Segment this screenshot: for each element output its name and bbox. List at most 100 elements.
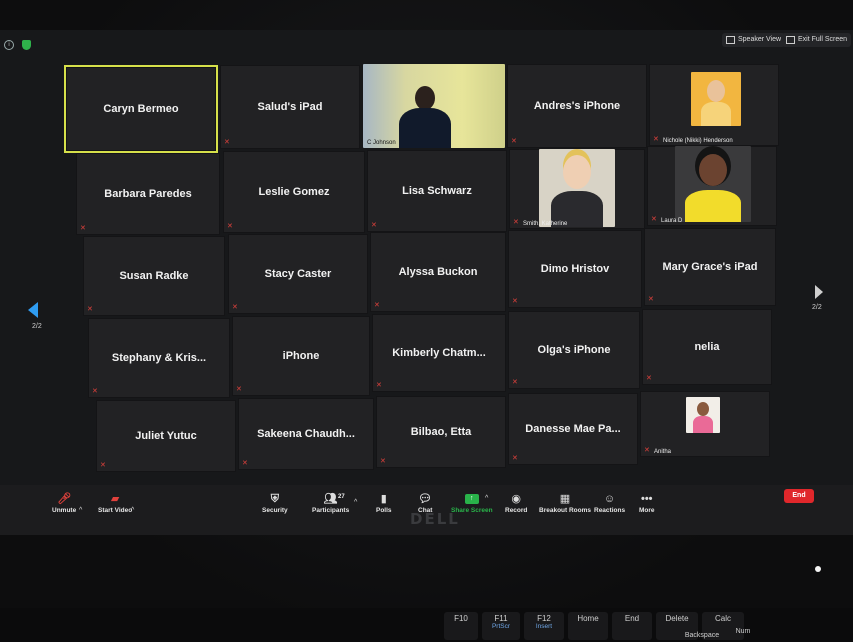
muted-mic-icon: ✕: [512, 455, 518, 462]
record-button[interactable]: ◉ Record: [505, 491, 527, 514]
key-f10: F10: [444, 612, 478, 640]
video-tile[interactable]: ✕ Smith, Katherine: [509, 149, 645, 229]
video-tile[interactable]: Lisa Schwarz ✕: [367, 150, 507, 232]
speaker-view-icon: [726, 36, 735, 44]
breakout-rooms-label: Breakout Rooms: [539, 507, 592, 514]
video-tile[interactable]: ✕ Nichole (Nikki) Henderson: [649, 64, 779, 146]
video-tile[interactable]: Alyssa Buckon ✕: [370, 232, 506, 312]
record-icon: ◉: [511, 493, 521, 505]
key-home: Home: [568, 612, 608, 640]
previous-page-arrow-icon[interactable]: [28, 302, 38, 318]
polls-icon: ▮: [380, 493, 387, 505]
video-tile[interactable]: Stephany & Kris... ✕: [88, 318, 230, 398]
participant-name: nelia: [694, 341, 720, 353]
next-page-arrow-icon[interactable]: [815, 285, 823, 299]
page-indicator-right: 2/2: [812, 304, 822, 311]
speaker-view-button[interactable]: Speaker View: [722, 33, 786, 47]
video-tile[interactable]: ✕ Anitha: [640, 391, 770, 457]
participant-name: Salud's iPad: [257, 101, 323, 113]
video-tile[interactable]: ✕ Laura D: [647, 146, 777, 226]
participant-name: Barbara Paredes: [104, 188, 192, 200]
share-options-caret-icon[interactable]: ^: [485, 495, 488, 502]
video-tile[interactable]: Caryn Bermeo: [64, 65, 218, 153]
participant-caption: Anitha: [654, 449, 672, 455]
participant-name: Olga's iPhone: [537, 344, 611, 356]
key-f12: F12 Insert: [524, 612, 564, 640]
key-num: Num: [735, 628, 751, 635]
participant-video: [363, 64, 505, 148]
video-tile[interactable]: Mary Grace's iPad ✕: [644, 228, 776, 306]
more-button[interactable]: ••• More: [639, 491, 655, 514]
video-tile[interactable]: Susan Radke ✕: [83, 236, 225, 316]
video-tile[interactable]: C Johnson: [363, 64, 505, 148]
participant-name: Susan Radke: [119, 270, 189, 282]
participant-name: Stephany & Kris...: [111, 352, 207, 364]
breakout-rooms-button[interactable]: ▦ Breakout Rooms: [539, 491, 591, 514]
key-f12-label: F12: [537, 614, 551, 623]
end-meeting-button[interactable]: End: [784, 489, 814, 503]
participant-name: Bilbao, Etta: [410, 426, 472, 438]
video-tile[interactable]: Salud's iPad ✕: [220, 65, 360, 149]
video-tile[interactable]: Andres's iPhone ✕: [507, 64, 647, 148]
participant-name: iPhone: [282, 350, 320, 362]
video-tile[interactable]: Danesse Mae Pa... ✕: [508, 393, 638, 465]
video-tile[interactable]: Sakeena Chaudh... ✕: [238, 398, 374, 470]
exit-full-screen-label: Exit Full Screen: [798, 36, 848, 43]
participant-photo: [691, 72, 741, 126]
muted-mic-icon: ✕: [100, 462, 106, 469]
participant-photo: [675, 146, 751, 222]
participants-count: 27: [338, 494, 345, 500]
participant-name: Mary Grace's iPad: [662, 261, 758, 273]
video-tile[interactable]: nelia ✕: [642, 309, 772, 385]
participants-button[interactable]: 👥︎ 27 Participants: [312, 491, 349, 514]
muted-mic-icon: ✕: [87, 306, 93, 313]
zoom-window: i Speaker View Exit Full Screen Caryn Be…: [0, 30, 853, 535]
participants-caret-icon[interactable]: ^: [354, 499, 357, 506]
unmute-label: Unmute: [52, 507, 77, 514]
security-button[interactable]: ⛨ Security: [262, 491, 288, 514]
video-tile[interactable]: Dimo Hristov ✕: [508, 230, 642, 308]
speaker-view-label: Speaker View: [738, 36, 782, 43]
video-tile[interactable]: iPhone ✕: [232, 316, 370, 396]
start-video-label: Start Video: [98, 507, 133, 514]
participants-icon: 👥︎: [323, 493, 338, 505]
participant-name: Juliet Yutuc: [135, 430, 197, 442]
polls-label: Polls: [376, 507, 392, 514]
muted-mic-icon: ✕: [374, 302, 380, 309]
video-tile[interactable]: Kimberly Chatm... ✕: [372, 314, 506, 392]
share-screen-icon: ↑: [464, 494, 479, 504]
start-video-button[interactable]: ▰ Start Video: [98, 491, 132, 514]
muted-mic-icon: ✕: [92, 388, 98, 395]
more-label: More: [639, 507, 655, 514]
encryption-shield-icon[interactable]: [22, 40, 31, 50]
muted-mic-icon: ✕: [512, 379, 518, 386]
video-tile[interactable]: Bilbao, Etta ✕: [376, 396, 506, 468]
video-tile[interactable]: Juliet Yutuc ✕: [96, 400, 236, 472]
participant-name: Caryn Bermeo: [103, 103, 179, 115]
muted-mic-icon: ✕: [651, 216, 657, 223]
video-tile[interactable]: Barbara Paredes ✕: [76, 153, 220, 235]
exit-full-screen-button[interactable]: Exit Full Screen: [782, 33, 852, 47]
video-options-caret-icon[interactable]: ^: [131, 507, 134, 514]
unmute-button[interactable]: 🎤︎ Unmute: [52, 491, 76, 514]
participant-caption: C Johnson: [367, 140, 396, 146]
video-tile[interactable]: Olga's iPhone ✕: [508, 311, 640, 389]
video-tile[interactable]: Leslie Gomez ✕: [223, 151, 365, 233]
polls-button[interactable]: ▮ Polls: [376, 491, 392, 514]
reactions-button[interactable]: ☺ Reactions: [594, 491, 625, 514]
video-tile[interactable]: Stacy Caster ✕: [228, 234, 368, 314]
security-shield-icon: ⛨: [270, 493, 279, 505]
muted-mic-icon: ✕: [236, 386, 242, 393]
audio-options-caret-icon[interactable]: ^: [79, 507, 82, 514]
muted-mic-icon: ✕: [646, 375, 652, 382]
reactions-smiley-icon: ☺: [603, 493, 616, 505]
muted-mic-icon: ✕: [80, 225, 86, 232]
top-bar: i Speaker View Exit Full Screen: [0, 30, 853, 54]
info-icon[interactable]: i: [4, 40, 14, 50]
muted-mic-icon: ✕: [376, 382, 382, 389]
participant-name: Danesse Mae Pa...: [525, 423, 621, 435]
breakout-rooms-icon: ▦: [559, 493, 571, 505]
key-f11-sub: PrtScr: [491, 623, 511, 630]
participant-name: Kimberly Chatm...: [392, 347, 486, 359]
muted-mic-icon: ✕: [242, 460, 248, 467]
